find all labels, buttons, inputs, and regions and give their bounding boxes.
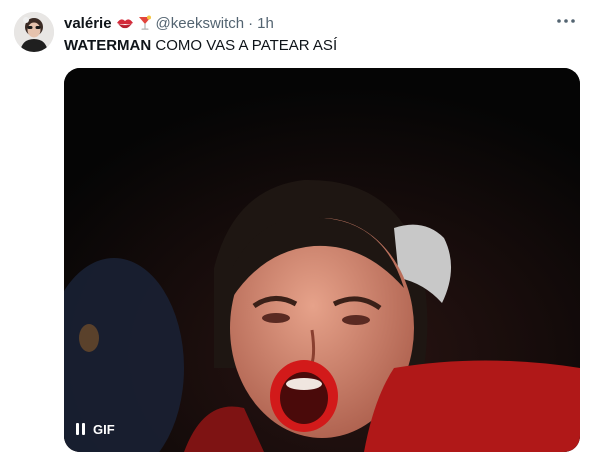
gif-badge[interactable]: GIF [76, 418, 115, 440]
tweet-text: WATERMAN COMO VAS A PATEAR ASÍ [64, 36, 337, 56]
tweet-text-rest: COMO VAS A PATEAR ASÍ [151, 37, 338, 54]
display-name[interactable]: valérie [64, 15, 112, 32]
gif-frame [64, 68, 580, 452]
avatar[interactable] [14, 12, 54, 52]
pause-icon[interactable] [76, 423, 85, 435]
tweet-header: valérie @keekswitch · 1h [64, 13, 580, 33]
more-horizontal-icon[interactable] [554, 12, 578, 30]
tweet-text-bold: WATERMAN [64, 37, 152, 54]
avatar-image [14, 12, 54, 52]
timestamp[interactable]: 1h [257, 15, 274, 32]
kiss-mark-icon [116, 16, 134, 30]
handle[interactable]: @keekswitch [156, 15, 245, 32]
separator: · [248, 14, 254, 32]
gif-media[interactable] [64, 68, 580, 452]
gif-label: GIF [93, 421, 115, 437]
cocktail-icon [138, 15, 152, 31]
tweet[interactable]: valérie @keekswitch · 1h WATERMAN COMO V… [0, 0, 590, 464]
